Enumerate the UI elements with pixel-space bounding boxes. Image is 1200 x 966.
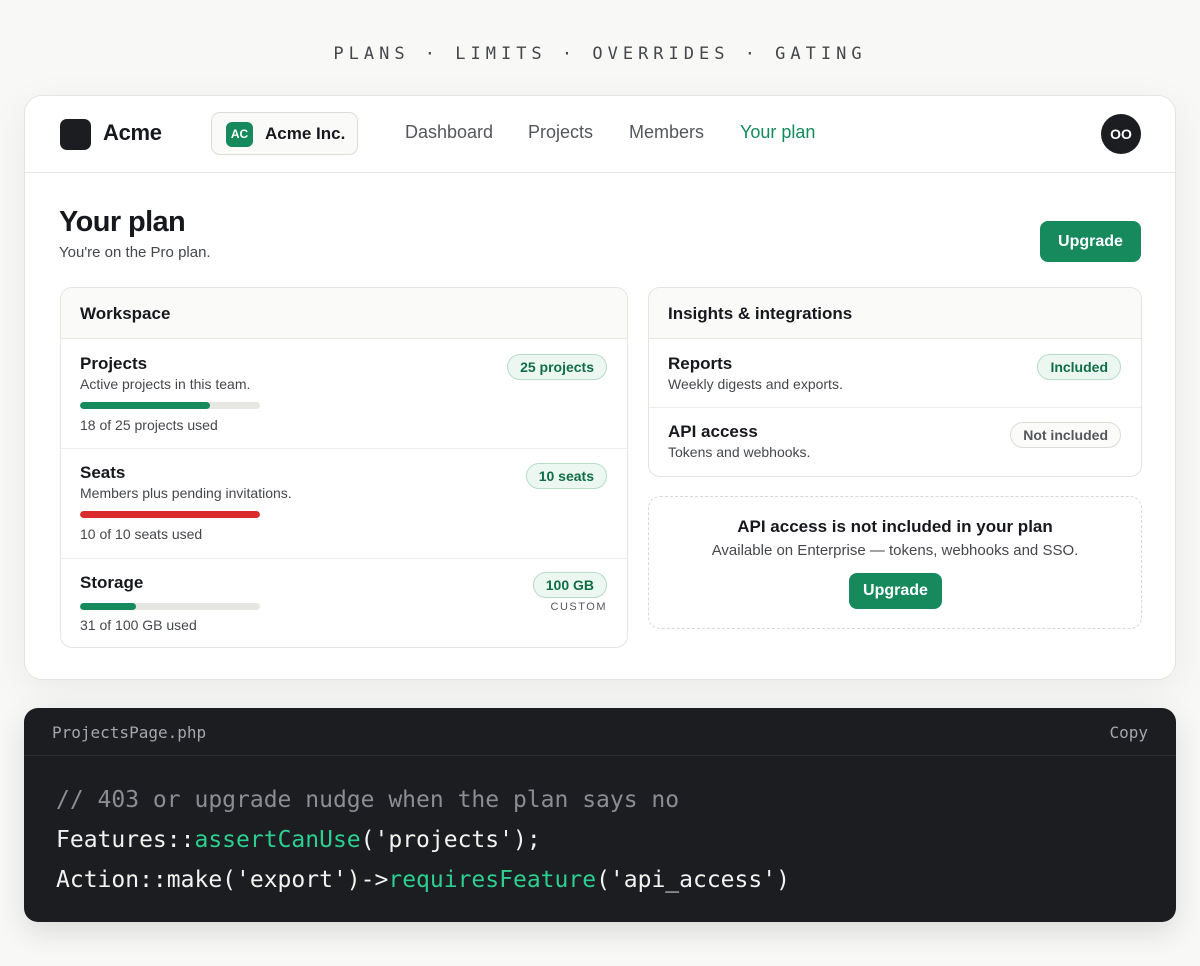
feature-title: Reports [668, 354, 733, 373]
code-line-3: Action::make('export')->requiresFeature(… [56, 860, 790, 900]
nav-dashboard[interactable]: Dashboard [405, 122, 493, 143]
feature-title: API access [668, 422, 758, 441]
nav-members[interactable]: Members [629, 122, 704, 143]
code-token: ('api_access') [596, 867, 790, 893]
usage-meter-fill [80, 511, 260, 518]
code-token: Action::make('export')-> [56, 867, 389, 893]
gate-description: Available on Enterprise — tokens, webhoo… [711, 542, 1079, 559]
upgrade-button[interactable]: Upgrade [1040, 221, 1141, 262]
team-switcher[interactable]: AC Acme Inc. [211, 112, 358, 155]
limit-badge: 100 GB [532, 572, 607, 598]
feature-description: Tokens and webhooks. [668, 444, 811, 460]
usage-text: 31 of 100 GB used [80, 617, 197, 633]
feature-not-included-badge: Not included [1010, 422, 1121, 448]
limit-title: Storage [80, 573, 144, 592]
usage-meter-fill [80, 402, 210, 409]
limit-badge: 10 seats [525, 463, 607, 489]
code-token-fn: requiresFeature [388, 867, 597, 893]
usage-text: 18 of 25 projects used [80, 417, 218, 433]
code-token: ('projects'); [360, 827, 541, 853]
app-window: Acme AC Acme Inc. Dashboard Projects Mem… [24, 95, 1176, 680]
custom-override-tag: CUSTOM [550, 601, 607, 613]
nav-projects[interactable]: Projects [528, 122, 593, 143]
usage-meter [80, 603, 260, 610]
user-avatar[interactable]: OO [1101, 114, 1141, 154]
insights-card: Insights & integrations Reports Weekly d… [648, 287, 1142, 477]
eyebrow-tagline: PLANS · LIMITS · OVERRIDES · GATING [333, 44, 867, 64]
limit-description: Members plus pending invitations. [80, 485, 292, 501]
limit-description: Active projects in this team. [80, 376, 251, 392]
insights-heading: Insights & integrations [649, 288, 1141, 339]
limit-badge: 25 projects [507, 354, 607, 380]
gate-title: API access is not included in your plan [737, 517, 1053, 536]
team-name: Acme Inc. [265, 124, 346, 143]
nav-your-plan[interactable]: Your plan [740, 122, 815, 143]
feature-row-api-access: API access Tokens and webhooks. Not incl… [649, 408, 1141, 476]
team-avatar: AC [226, 122, 253, 147]
code-token: Features:: [56, 827, 195, 853]
code-filename: ProjectsPage.php [52, 723, 207, 742]
limit-title: Seats [80, 463, 126, 482]
usage-meter-fill [80, 603, 136, 610]
code-line-2: Features::assertCanUse('projects'); [56, 820, 790, 860]
limit-row-storage: Storage 100 GB CUSTOM 31 of 100 GB used [61, 559, 627, 647]
limit-row-projects: Projects Active projects in this team. 2… [61, 339, 627, 449]
logo-icon [60, 119, 91, 150]
limit-title: Projects [80, 354, 148, 373]
copy-button[interactable]: Copy [1109, 723, 1148, 742]
page-title: Your plan [59, 206, 186, 238]
usage-text: 10 of 10 seats used [80, 526, 203, 542]
workspace-card: Workspace Projects Active projects in th… [60, 287, 628, 648]
code-panel: ProjectsPage.php Copy // 403 or upgrade … [24, 708, 1176, 922]
usage-meter [80, 511, 260, 518]
feature-row-reports: Reports Weekly digests and exports. Incl… [649, 339, 1141, 408]
code-body[interactable]: // 403 or upgrade nudge when the plan sa… [56, 780, 790, 900]
code-line-comment: // 403 or upgrade nudge when the plan sa… [56, 787, 680, 813]
page-subtitle: You're on the Pro plan. [59, 244, 211, 261]
code-header: ProjectsPage.php Copy [24, 708, 1176, 756]
brand-name: Acme [103, 120, 162, 145]
gate-upgrade-button[interactable]: Upgrade [849, 573, 942, 609]
top-navbar: Acme AC Acme Inc. Dashboard Projects Mem… [25, 96, 1175, 173]
limit-row-seats: Seats Members plus pending invitations. … [61, 449, 627, 559]
feature-included-badge: Included [1037, 354, 1121, 380]
feature-gate-panel: API access is not included in your plan … [648, 496, 1142, 629]
code-token-fn: assertCanUse [194, 827, 361, 853]
usage-meter [80, 402, 260, 409]
feature-description: Weekly digests and exports. [668, 376, 843, 392]
workspace-heading: Workspace [61, 288, 627, 339]
